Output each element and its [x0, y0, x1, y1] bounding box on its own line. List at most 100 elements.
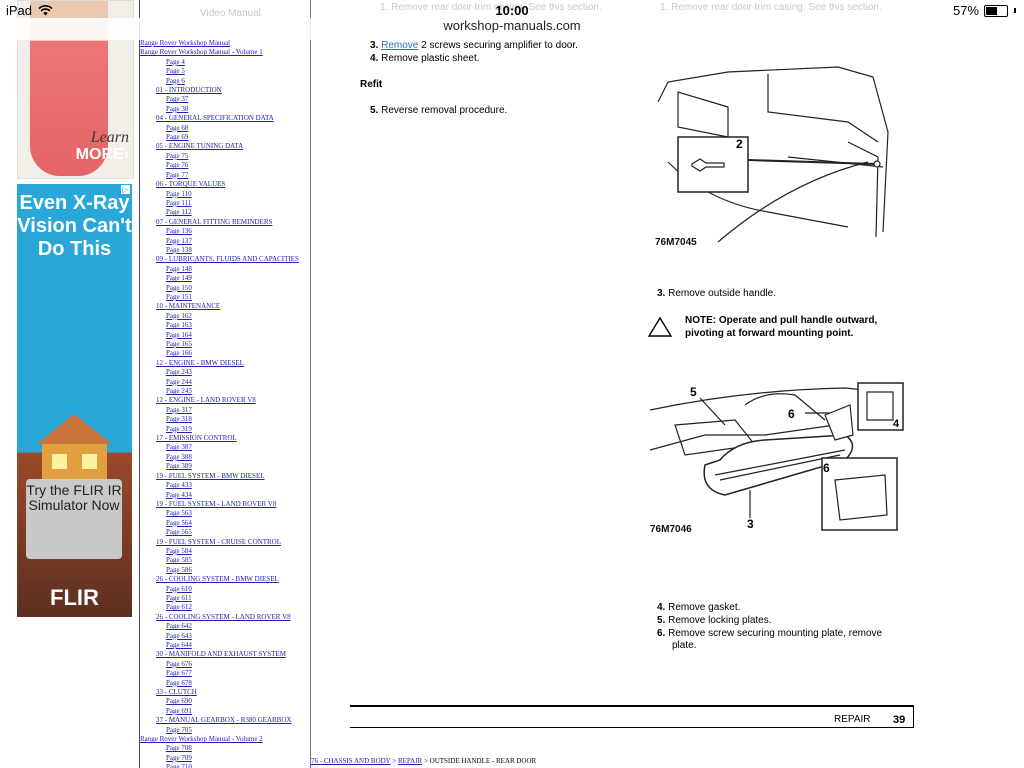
toc-page-link[interactable]: Page 710	[140, 763, 310, 768]
toc-page-link[interactable]: Page 5	[140, 67, 310, 76]
toc-page-link[interactable]: Page 586	[140, 566, 310, 575]
toc-page-link[interactable]: Page 164	[140, 331, 310, 340]
toc-section-link[interactable]: Range Rover Workshop Manual - Volume 2	[140, 735, 310, 744]
toc-page-link[interactable]: Page 38	[140, 105, 310, 114]
toc-page-link[interactable]: Page 434	[140, 491, 310, 500]
breadcrumb-separator: >	[390, 757, 398, 765]
toc-page-link[interactable]: Page 165	[140, 340, 310, 349]
toc-page-link[interactable]: Page 243	[140, 368, 310, 377]
url-domain[interactable]: workshop-manuals.com	[443, 18, 580, 33]
remove-link[interactable]: Remove	[381, 40, 418, 51]
toc-page-link[interactable]: Page 75	[140, 152, 310, 161]
toc-section-link[interactable]: 19 - FUEL SYSTEM - BMW DIESEL	[140, 472, 310, 481]
toc-page-link[interactable]: Page 676	[140, 660, 310, 669]
toc-page-link[interactable]: Page 111	[140, 199, 310, 208]
toc-page-link[interactable]: Page 433	[140, 481, 310, 490]
toc-page-link[interactable]: Page 388	[140, 453, 310, 462]
toc-section-link[interactable]: 26 - COOLING SYSTEM - BMW DIESEL	[140, 575, 310, 584]
toc-section-link[interactable]: 17 - EMISSION CONTROL	[140, 434, 310, 443]
toc-page-link[interactable]: Page 584	[140, 547, 310, 556]
url-bar[interactable]: workshop-manuals.com	[0, 18, 1024, 40]
toc-page-link[interactable]: Page 610	[140, 585, 310, 594]
toc-section-link[interactable]: 01 - INTRODUCTION	[140, 86, 310, 95]
toc-page-link[interactable]: Page 318	[140, 415, 310, 424]
toc-page-link[interactable]: Page 112	[140, 208, 310, 217]
toc-page-link[interactable]: Page 563	[140, 509, 310, 518]
toc-section-link[interactable]: 07 - GENERAL FITTING REMINDERS	[140, 218, 310, 227]
toc-page-link[interactable]: Page 137	[140, 237, 310, 246]
callout-4: 4	[893, 418, 900, 430]
toc-page-link[interactable]: Page 151	[140, 293, 310, 302]
toc-page-link[interactable]: Page 644	[140, 641, 310, 650]
toc-page-link[interactable]: Page 76	[140, 161, 310, 170]
toc-page-link[interactable]: Page 643	[140, 632, 310, 641]
breadcrumb-repair[interactable]: REPAIR	[398, 757, 422, 765]
clock: 10:00	[495, 3, 529, 18]
toc-page-link[interactable]: Page 136	[140, 227, 310, 236]
figure-id: 76M7046	[650, 524, 692, 535]
toc-section-link[interactable]: 19 - FUEL SYSTEM - CRUISE CONTROL	[140, 538, 310, 547]
step-text: Remove gasket.	[668, 602, 741, 613]
breadcrumb-chassis[interactable]: 76 - CHASSIS AND BODY	[311, 757, 390, 765]
toc-section-link[interactable]: 26 - COOLING SYSTEM - LAND ROVER V8	[140, 613, 310, 622]
toc-page-link[interactable]: Page 244	[140, 378, 310, 387]
toc-page-link[interactable]: Page 389	[140, 462, 310, 471]
toc-page-link[interactable]: Page 565	[140, 528, 310, 537]
toc-page-link[interactable]: Page 319	[140, 425, 310, 434]
toc-page-link[interactable]: Page 678	[140, 679, 310, 688]
toc-section-link[interactable]: 12 - ENGINE - BMW DIESEL	[140, 359, 310, 368]
toc-page-link[interactable]: Page 138	[140, 246, 310, 255]
toc-section-link[interactable]: 09 - LUBRICANTS, FLUIDS AND CAPACITIES	[140, 255, 310, 264]
ad-cta-box[interactable]: Try the FLIR IR Simulator Now	[26, 479, 122, 559]
house-illustration	[37, 414, 112, 484]
step-text: Remove outside handle.	[668, 288, 776, 299]
toc-page-link[interactable]: Page 163	[140, 321, 310, 330]
toc-page-link[interactable]: Page 585	[140, 556, 310, 565]
toc-page-link[interactable]: Page 642	[140, 622, 310, 631]
step-text: Remove plastic sheet.	[381, 53, 480, 64]
toc-page-link[interactable]: Page 691	[140, 707, 310, 716]
toc-section-link[interactable]: Range Rover Workshop Manual	[140, 39, 310, 48]
toc-page-link[interactable]: Page 37	[140, 95, 310, 104]
toc-page-link[interactable]: Page 387	[140, 443, 310, 452]
toc-section-link[interactable]: 04 - GENERAL SPECIFICATION DATA	[140, 114, 310, 123]
toc-page-link[interactable]: Page 149	[140, 274, 310, 283]
toc-section-link[interactable]: 12 - ENGINE - LAND ROVER V8	[140, 396, 310, 405]
toc-page-link[interactable]: Page 705	[140, 726, 310, 735]
toc-page-link[interactable]: Page 690	[140, 697, 310, 706]
toc-page-link[interactable]: Page 110	[140, 190, 310, 199]
footer-section: REPAIR	[834, 714, 871, 725]
toc-section-link[interactable]: 30 - MANIFOLD AND EXHAUST SYSTEM	[140, 650, 310, 659]
toc-page-link[interactable]: Page 611	[140, 594, 310, 603]
toc-page-link[interactable]: Page 148	[140, 265, 310, 274]
toc-section-link[interactable]: 19 - FUEL SYSTEM - LAND ROVER V8	[140, 500, 310, 509]
toc-section-link[interactable]: 33 - CLUTCH	[140, 688, 310, 697]
toc-page-link[interactable]: Page 245	[140, 387, 310, 396]
flir-ad[interactable]: ▷ Even X-Ray Vision Can't Do This Try th…	[17, 184, 132, 617]
toc-page-link[interactable]: Page 166	[140, 349, 310, 358]
toc-page-link[interactable]: Page 564	[140, 519, 310, 528]
toc-page-link[interactable]: Page 150	[140, 284, 310, 293]
toc-section-link[interactable]: 05 - ENGINE TUNING DATA	[140, 142, 310, 151]
toc-page-link[interactable]: Page 6	[140, 77, 310, 86]
figure-amplifier-screws: 2	[657, 66, 889, 243]
toc-section-link[interactable]: 37 - MANUAL GEARBOX - R380 GEARBOX	[140, 716, 310, 725]
toc-section-link[interactable]: Range Rover Workshop Manual - Volume 1	[140, 48, 310, 57]
toc-page-link[interactable]: Page 77	[140, 171, 310, 180]
callout-3: 3	[747, 517, 754, 531]
toc-section-link[interactable]: 10 - MAINTENANCE	[140, 302, 310, 311]
step-text: Remove locking plates.	[668, 615, 772, 626]
toc-page-link[interactable]: Page 69	[140, 133, 310, 142]
toc-page-link[interactable]: Page 709	[140, 754, 310, 763]
toc-page-link[interactable]: Page 677	[140, 669, 310, 678]
toc-page-link[interactable]: Page 4	[140, 58, 310, 67]
toc-page-link[interactable]: Page 612	[140, 603, 310, 612]
refit-step-5: 5. Reverse removal procedure.	[370, 105, 507, 116]
warning-triangle-icon	[647, 316, 673, 337]
toc-page-link[interactable]: Page 708	[140, 744, 310, 753]
toc-section-link[interactable]: 06 - TORQUE VALUES	[140, 180, 310, 189]
toc-page-link[interactable]: Page 317	[140, 406, 310, 415]
toc-page-link[interactable]: Page 68	[140, 124, 310, 133]
toc-page-link[interactable]: Page 162	[140, 312, 310, 321]
ad-more-text[interactable]: MORE›	[76, 146, 129, 164]
